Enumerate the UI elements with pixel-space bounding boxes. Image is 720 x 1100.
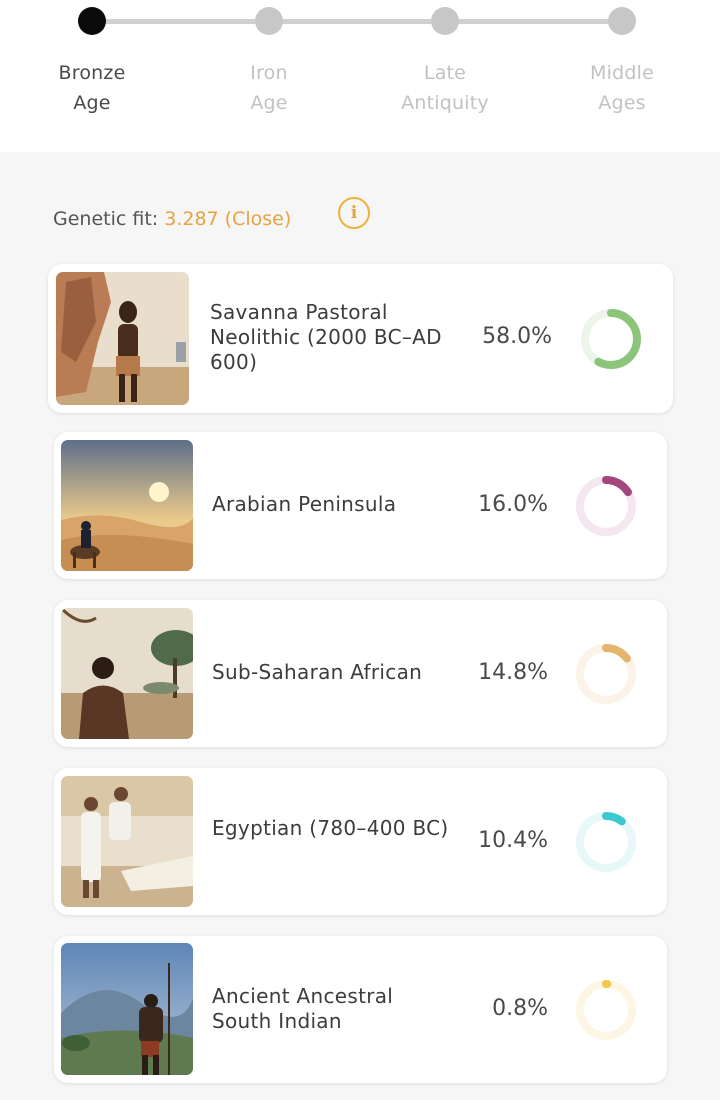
timeline-label-late-antiquity[interactable]: Late Antiquity <box>375 58 515 118</box>
population-percent: 16.0% <box>478 492 548 517</box>
egyptian-image <box>61 776 193 907</box>
population-name: Sub-Saharan African <box>212 660 423 684</box>
population-card[interactable]: Egyptian (780–400 BC) 10.4% <box>54 768 667 915</box>
population-percent: 14.8% <box>478 660 548 685</box>
population-card[interactable]: Ancient Ancestral South Indian 0.8% <box>54 936 667 1083</box>
genetic-fit-label: Genetic fit: <box>53 208 159 230</box>
info-icon[interactable]: i <box>338 197 370 229</box>
ancient-south-indian-image <box>61 943 193 1075</box>
timeline-label-bronze-age[interactable]: Bronze Age <box>22 58 162 118</box>
percentage-donut <box>581 309 641 369</box>
genetic-fit-value: 3.287 (Close) <box>164 208 292 230</box>
percentage-donut <box>576 980 636 1040</box>
population-name: Egyptian (780–400 BC) <box>212 816 449 840</box>
percentage-donut <box>576 644 636 704</box>
population-percent: 0.8% <box>492 996 548 1021</box>
timeline-label-iron-age[interactable]: Iron Age <box>199 58 339 118</box>
population-card[interactable]: Sub-Saharan African 14.8% <box>54 600 667 747</box>
population-card[interactable]: Arabian Peninsula 16.0% <box>54 432 667 579</box>
population-name: Ancient Ancestral South Indian <box>212 984 394 1033</box>
population-name: Arabian Peninsula <box>212 492 397 516</box>
timeline-dot-bronze-age[interactable] <box>78 7 106 35</box>
percentage-donut <box>576 812 636 872</box>
timeline-track <box>92 19 622 24</box>
timeline-dot-middle-ages[interactable] <box>608 7 636 35</box>
timeline-dot-iron-age[interactable] <box>255 7 283 35</box>
population-card[interactable]: Savanna Pastoral Neolithic (2000 BC–AD 6… <box>48 264 673 413</box>
population-percent: 58.0% <box>482 324 552 349</box>
population-percent: 10.4% <box>478 828 548 853</box>
population-name: Savanna Pastoral Neolithic (2000 BC–AD 6… <box>210 300 442 374</box>
sub-saharan-african-image <box>61 608 193 739</box>
percentage-donut <box>576 476 636 536</box>
era-timeline: Bronze Age Iron Age Late Antiquity Middle Ag… <box>0 0 720 152</box>
savanna-pastoral-image <box>56 272 189 405</box>
timeline-dot-late-antiquity[interactable] <box>431 7 459 35</box>
arabian-peninsula-image <box>61 440 193 571</box>
timeline-label-middle-ages[interactable]: Middle Ages <box>552 58 692 118</box>
donut-track <box>576 980 636 1040</box>
genetic-fit: Genetic fit: 3.287 (Close) <box>53 208 291 230</box>
